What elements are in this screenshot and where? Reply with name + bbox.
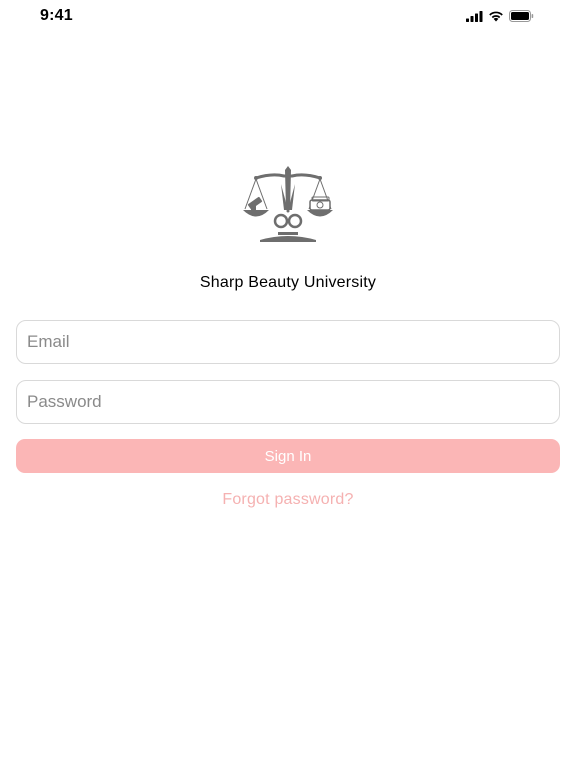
status-bar: 9:41	[0, 0, 576, 34]
app-logo	[238, 166, 338, 244]
scales-of-justice-scissors-logo	[243, 166, 333, 242]
email-field[interactable]	[16, 320, 560, 364]
cellular-signal-icon	[466, 10, 483, 22]
wifi-icon	[489, 11, 503, 22]
status-time: 9:41	[40, 7, 73, 24]
app-title: Sharp Beauty University	[199, 274, 377, 291]
forgot-password-link[interactable]: Forgot password?	[0, 491, 576, 509]
sign-in-button[interactable]: Sign In	[16, 439, 560, 473]
status-icons	[466, 10, 534, 22]
password-field[interactable]	[16, 380, 560, 424]
battery-icon	[509, 10, 534, 22]
